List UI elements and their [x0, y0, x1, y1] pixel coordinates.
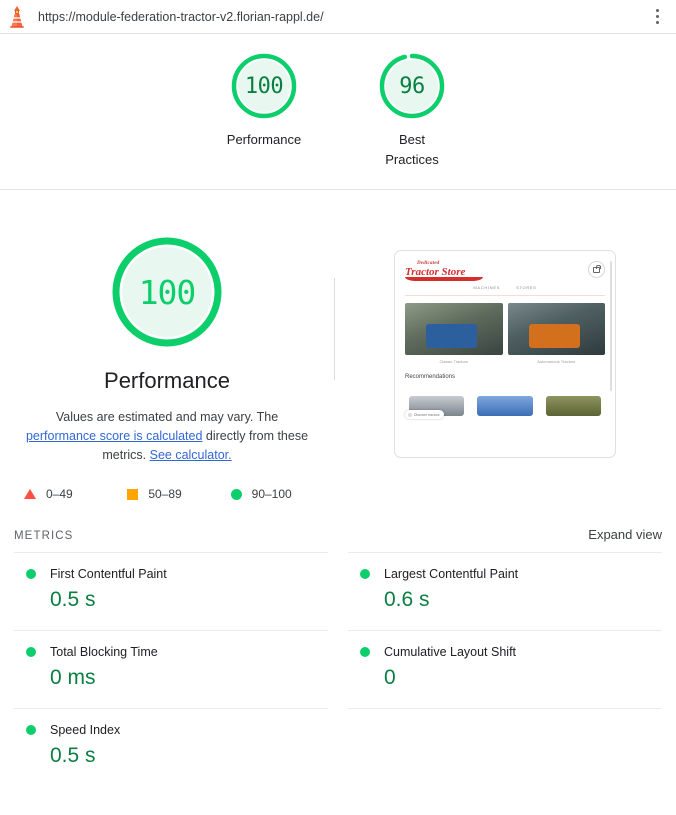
- status-dot-pass-icon: [26, 647, 36, 657]
- discover-badge: Discover tractors: [405, 410, 445, 419]
- nav-item-machines: MACHINES: [473, 285, 501, 290]
- legend-item-fail: 0–49: [24, 487, 127, 501]
- product-thumb-2: [474, 387, 537, 420]
- metric-placeholder: [348, 708, 662, 786]
- metric-value: 0.6 s: [384, 588, 430, 611]
- summary-gauge-performance[interactable]: 100 Performance: [212, 52, 316, 150]
- recommendations-row: Discover tractors: [405, 387, 605, 420]
- metric-label: First Contentful Paint: [50, 567, 167, 581]
- nav-item-stores: STORES: [516, 285, 537, 290]
- product-thumb-1: Discover tractors: [405, 387, 468, 420]
- average-square-icon: [127, 488, 139, 500]
- legend-item-pass: 90–100: [230, 487, 334, 501]
- thumbnail-scrollbar: [610, 261, 612, 391]
- score-legend: 0–49 50–89 90–100: [0, 487, 334, 501]
- url-bar: https://module-federation-tractor-v2.flo…: [0, 0, 676, 34]
- metric-label: Total Blocking Time: [50, 645, 158, 659]
- thumbnail-nav-rule: [405, 295, 605, 296]
- legend-range: 50–89: [148, 487, 182, 501]
- tractor-store-logo: Dedicated Tractor Store: [405, 261, 483, 281]
- performance-score-value: 100: [138, 272, 197, 312]
- metric-value: 0 ms: [50, 666, 96, 689]
- pass-circle-icon: [230, 488, 242, 500]
- gauge-ring: 100: [230, 52, 298, 120]
- kebab-menu-icon[interactable]: [646, 4, 668, 30]
- hero-caption: Autonomous Tractors: [537, 359, 576, 364]
- product-shape: [546, 395, 602, 417]
- metric-largest-contentful-paint[interactable]: Largest Contentful Paint 0.6 s: [348, 552, 662, 630]
- see-calculator-link[interactable]: See calculator.: [150, 448, 232, 462]
- thumbnail-nav: MACHINES STORES: [405, 285, 605, 290]
- metrics-grid: First Contentful Paint 0.5 s Largest Con…: [0, 552, 676, 786]
- cart-glyph: [593, 265, 601, 273]
- vertical-divider: [334, 278, 335, 380]
- hero-caption: Classic Tractors: [439, 359, 468, 364]
- metrics-header: METRICS Expand view: [0, 527, 676, 542]
- summary-gauge-best-practices[interactable]: 96 Best Practices: [360, 52, 464, 170]
- hero-autonomous: Autonomous Tractors: [507, 303, 605, 364]
- status-dot-pass-icon: [360, 569, 370, 579]
- metric-value: 0.5 s: [50, 744, 96, 767]
- tractor-shape: [426, 323, 478, 348]
- recommendations-title: Recommendations: [405, 374, 456, 380]
- metric-value: 0: [384, 666, 396, 689]
- status-dot-pass-icon: [360, 647, 370, 657]
- lighthouse-icon: [10, 5, 24, 28]
- product-thumb-3: [542, 387, 605, 420]
- gauge-label: Best Practices: [385, 132, 439, 167]
- performance-section: 100 Performance Values are estimated and…: [0, 190, 676, 501]
- fail-triangle-icon: [24, 489, 36, 499]
- description-text-1: Values are estimated and may vary. The: [55, 410, 279, 424]
- final-screenshot-panel: Dedicated Tractor Store MACHINES STORES …: [334, 234, 676, 458]
- gauge-label: Performance: [226, 132, 302, 147]
- thumbnail-header: Dedicated Tractor Store: [405, 261, 605, 281]
- performance-score-panel: 100 Performance Values are estimated and…: [0, 234, 334, 501]
- hero-image-autonomous: [507, 303, 605, 355]
- thumbnail-hero-row: Classic Tractors Autonomous Tractors: [405, 303, 605, 364]
- page-screenshot-thumbnail: Dedicated Tractor Store MACHINES STORES …: [394, 250, 616, 458]
- gauge-score: 100: [244, 73, 284, 99]
- hero-classic: Classic Tractors: [405, 303, 503, 364]
- metric-total-blocking-time[interactable]: Total Blocking Time 0 ms: [14, 630, 328, 708]
- metric-speed-index[interactable]: Speed Index 0.5 s: [14, 708, 328, 786]
- cart-icon: [588, 261, 605, 278]
- gauge-ring: 96: [378, 52, 446, 120]
- performance-score-link[interactable]: performance score is calculated: [26, 429, 202, 443]
- expand-view-toggle[interactable]: Expand view: [588, 527, 662, 542]
- status-dot-pass-icon: [26, 569, 36, 579]
- legend-range: 0–49: [46, 487, 73, 501]
- gauge-score: 96: [399, 73, 425, 99]
- metric-label: Largest Contentful Paint: [384, 567, 519, 581]
- metric-cumulative-layout-shift[interactable]: Cumulative Layout Shift 0: [348, 630, 662, 708]
- metrics-title: METRICS: [14, 530, 74, 542]
- page-title: Performance: [104, 368, 230, 393]
- performance-gauge: 100: [109, 234, 225, 350]
- metric-value: 0.5 s: [50, 588, 96, 611]
- legend-range: 90–100: [251, 487, 292, 501]
- metric-first-contentful-paint[interactable]: First Contentful Paint 0.5 s: [14, 552, 328, 630]
- metric-label: Cumulative Layout Shift: [384, 645, 517, 659]
- legend-item-average: 50–89: [127, 487, 230, 501]
- product-shape: [477, 395, 533, 417]
- metric-label: Speed Index: [50, 723, 121, 737]
- performance-description: Values are estimated and may vary. The p…: [21, 408, 313, 465]
- tractor-shape: [528, 323, 580, 348]
- category-summary: 100 Performance 96 Best Practices: [0, 34, 676, 190]
- hero-image-classic: [405, 303, 503, 355]
- url-text: https://module-federation-tractor-v2.flo…: [38, 9, 324, 24]
- status-dot-pass-icon: [26, 725, 36, 735]
